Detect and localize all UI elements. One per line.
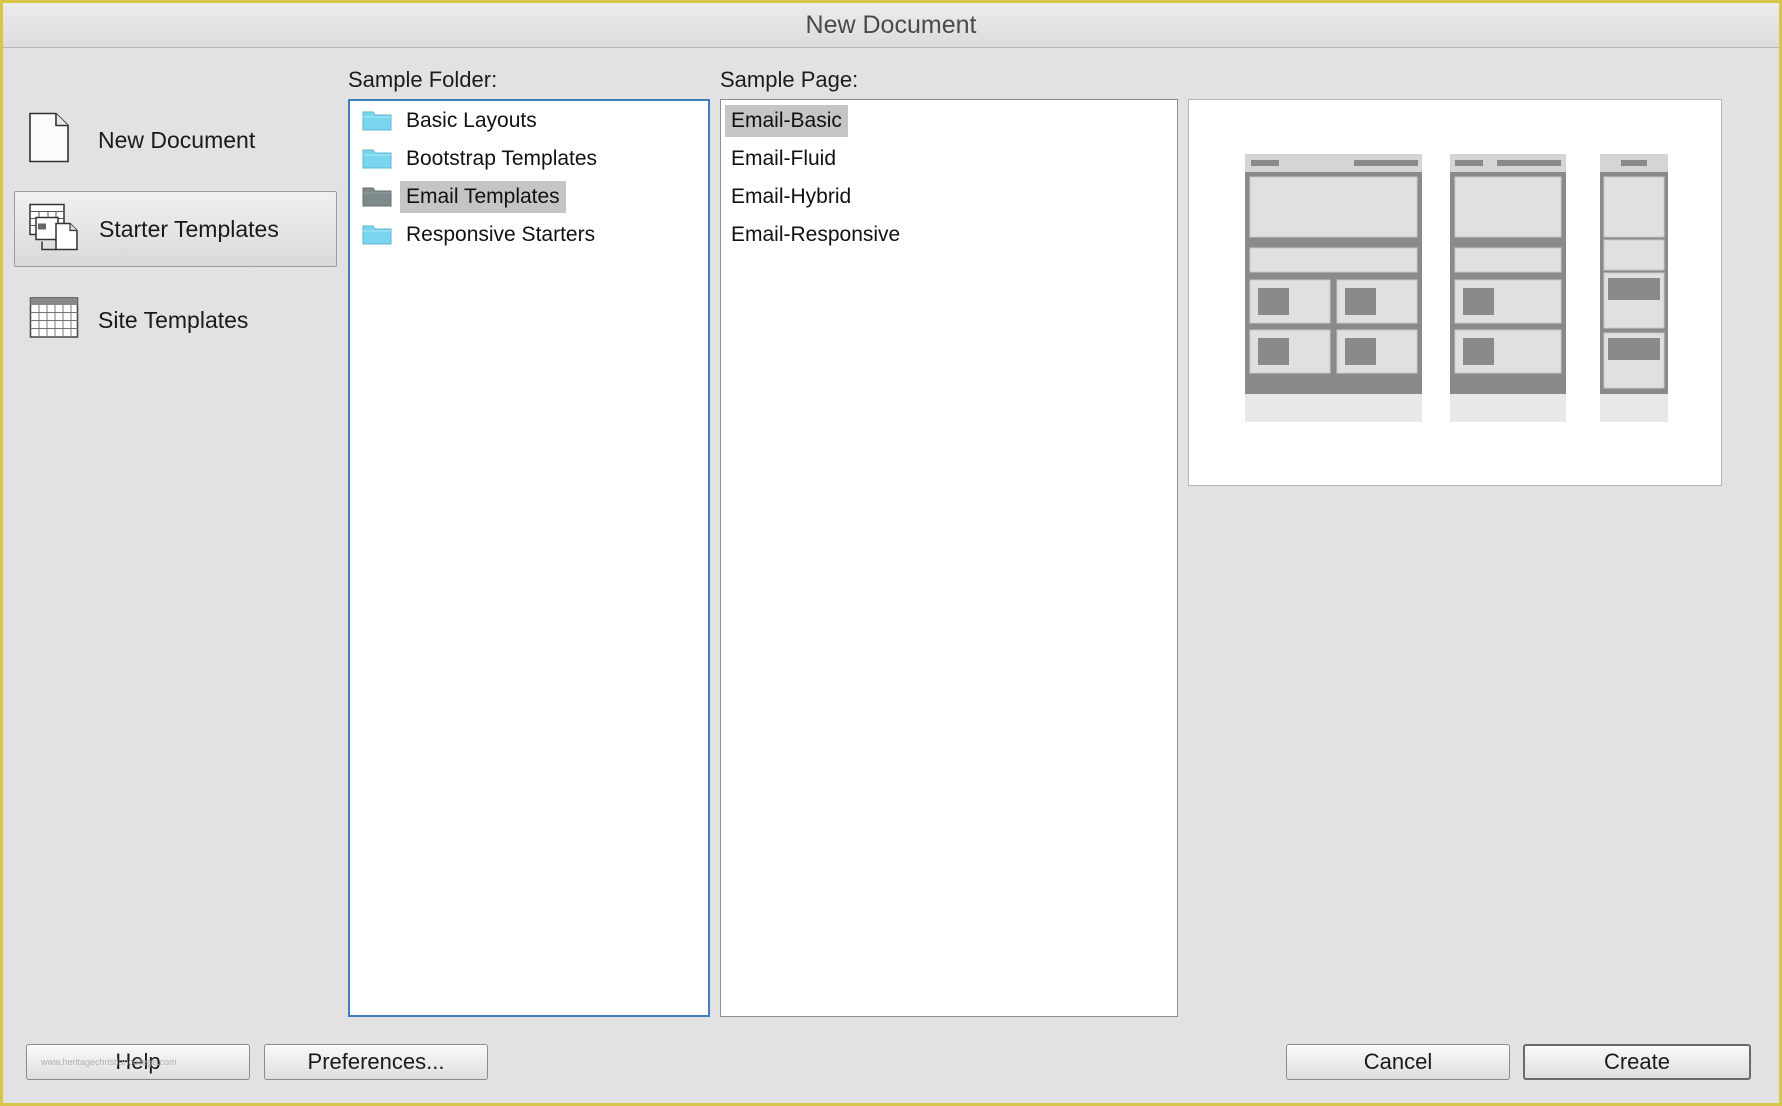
new-document-dialog: New Document New Document Starter Templa… (3, 3, 1779, 1103)
help-button[interactable]: Help www.heritagechristiancollege.com (26, 1044, 250, 1080)
site-templates-icon (29, 297, 79, 344)
starter-templates-icon (28, 202, 80, 257)
folder-item-basic-layouts[interactable]: Basic Layouts (350, 104, 708, 138)
page-item-email-hybrid[interactable]: Email-Hybrid (721, 180, 1177, 214)
sample-folder-list[interactable]: Basic Layouts Bootstrap Templates Email … (348, 99, 710, 1017)
cancel-button[interactable]: Cancel (1286, 1044, 1510, 1080)
folder-item-label: Basic Layouts (406, 109, 537, 132)
folder-item-label: Email Templates (400, 181, 566, 213)
folder-icon (362, 109, 392, 137)
title-bar[interactable]: New Document (3, 3, 1779, 48)
folder-item-label: Responsive Starters (406, 223, 596, 246)
page-item-label: Email-Hybrid (731, 185, 852, 208)
folder-icon (362, 185, 392, 213)
folder-icon (362, 147, 392, 175)
layout-preview (1188, 99, 1722, 486)
folder-item-responsive-starters[interactable]: Responsive Starters (350, 218, 708, 252)
create-button[interactable]: Create (1523, 1044, 1751, 1080)
folder-item-bootstrap-templates[interactable]: Bootstrap Templates (350, 142, 708, 176)
folder-item-label: Bootstrap Templates (406, 147, 598, 170)
folder-item-email-templates[interactable]: Email Templates (350, 180, 708, 214)
dialog-title: New Document (805, 10, 977, 39)
category-site-templates[interactable]: Site Templates (14, 282, 337, 358)
folder-icon (362, 223, 392, 251)
sample-page-list[interactable]: Email-Basic Email-Fluid Email-Hybrid Ema… (720, 99, 1178, 1017)
category-label: Site Templates (98, 306, 249, 333)
category-label: New Document (98, 126, 256, 153)
sample-folder-label: Sample Folder: (348, 67, 498, 92)
category-label: Starter Templates (99, 215, 279, 242)
preferences-button[interactable]: Preferences... (264, 1044, 488, 1080)
page-item-label: Email-Fluid (731, 147, 837, 170)
page-item-label: Email-Responsive (731, 223, 901, 246)
responsive-layout-thumbnail (1245, 154, 1668, 422)
watermark-text: www.heritagechristiancollege.com (41, 1057, 177, 1067)
sample-page-label: Sample Page: (720, 67, 859, 92)
page-item-email-basic[interactable]: Email-Basic (721, 104, 1177, 138)
page-item-email-fluid[interactable]: Email-Fluid (721, 142, 1177, 176)
page-item-label: Email-Basic (725, 105, 848, 137)
category-new-document[interactable]: New Document (14, 102, 337, 178)
page-item-email-responsive[interactable]: Email-Responsive (721, 218, 1177, 252)
blank-document-icon (28, 112, 70, 169)
category-starter-templates[interactable]: Starter Templates (14, 191, 337, 267)
